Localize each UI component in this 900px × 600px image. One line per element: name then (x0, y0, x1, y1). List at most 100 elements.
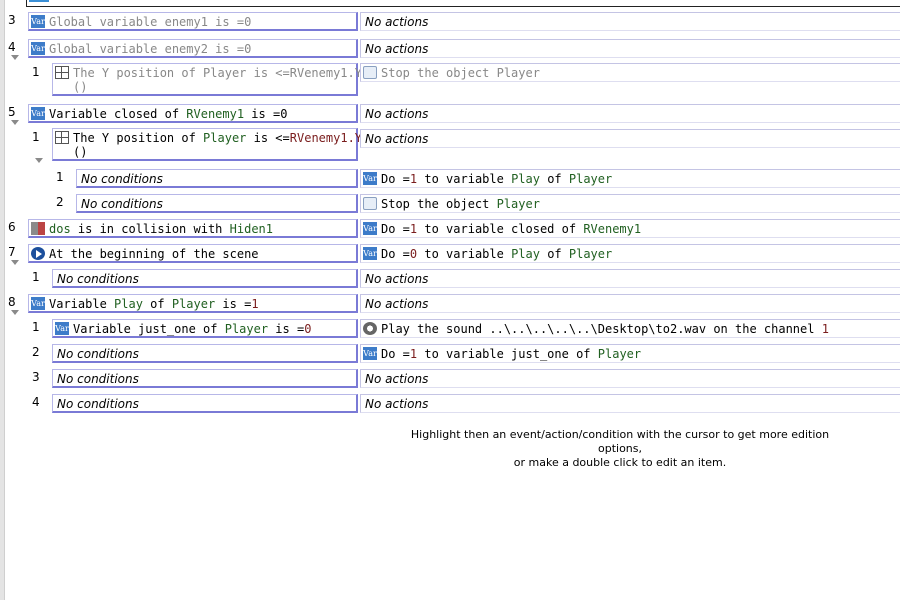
event-condition[interactable]: No conditions (76, 194, 358, 213)
collapse-arrow-icon[interactable] (11, 55, 19, 60)
sub-event-number: 4 (32, 395, 40, 409)
event-number: 3 (8, 13, 16, 27)
event-actions[interactable]: Var Do =0 to variable Play of Player (360, 244, 900, 263)
event-condition[interactable]: Var Variable just_one of Player is =0 (52, 319, 358, 338)
position-grid-icon (55, 131, 69, 144)
action-text: Play the sound ..\..\..\..\..\Desktop\to… (381, 322, 829, 336)
action-text: Do =0 to variable Play of Player (381, 247, 613, 261)
sub-event-number: 3 (32, 370, 40, 384)
action-text: Do =1 to variable just_one of Player (381, 347, 642, 361)
event-actions[interactable]: Var Do =1 to variable closed of RVenemy1 (360, 219, 900, 238)
action-text: Stop the object Player (381, 66, 540, 80)
collapse-arrow-icon[interactable] (11, 260, 19, 265)
condition-text: Variable just_one of Player is =0 (73, 322, 312, 336)
no-conditions-label: No conditions (57, 372, 139, 386)
sub-event-number: 1 (32, 130, 40, 144)
event-actions[interactable]: Var Do =1 to variable Play of Player (360, 169, 900, 188)
help-line-1: Highlight then an event/action/condition… (410, 428, 830, 455)
no-actions-label: No actions (365, 372, 429, 386)
event-icon (29, 0, 49, 2)
event-condition[interactable]: Var Global variable enemy2 is =0 (28, 39, 358, 58)
no-actions-label: No actions (365, 132, 429, 146)
event-number: 6 (8, 220, 16, 234)
collapse-arrow-icon[interactable] (11, 120, 19, 125)
event-actions[interactable]: No actions (360, 294, 900, 313)
event-condition[interactable]: Var Global variable enemy1 is =0 (28, 12, 358, 31)
collapse-arrow-icon[interactable] (35, 158, 43, 163)
help-line-2: or make a double click to edit an item. (513, 456, 727, 469)
sub-event-number: 2 (56, 195, 64, 209)
event-actions[interactable]: Play the sound ..\..\..\..\..\Desktop\to… (360, 319, 900, 338)
variable-icon: Var (55, 322, 69, 335)
event-number: 4 (8, 40, 16, 54)
help-hint: Highlight then an event/action/condition… (390, 428, 850, 470)
variable-icon: Var (31, 107, 45, 120)
position-grid-icon (55, 66, 69, 79)
event-condition[interactable]: dos is in collision with Hiden1 (28, 219, 358, 238)
condition-text: At the beginning of the scene (49, 247, 259, 261)
event-condition[interactable]: No conditions (52, 369, 358, 388)
event-actions[interactable]: No actions (360, 394, 900, 413)
event-condition[interactable]: No conditions (52, 344, 358, 363)
no-actions-label: No actions (365, 272, 429, 286)
no-actions-label: No actions (365, 42, 429, 56)
event-condition[interactable]: The Y position of Player is <=RVenemy1.Y… (52, 128, 362, 161)
variable-icon: Var (31, 42, 45, 55)
variable-icon: Var (363, 247, 377, 260)
condition-text: Variable closed of RVenemy1 is =0 (49, 107, 288, 121)
speaker-icon (363, 322, 377, 335)
condition-text: dos is in collision with Hiden1 (49, 222, 273, 236)
sub-event-number: 1 (32, 65, 40, 79)
no-actions-label: No actions (365, 397, 429, 411)
left-gutter (0, 0, 5, 600)
event-condition[interactable]: Var Variable closed of RVenemy1 is =0 (28, 104, 358, 123)
variable-icon: Var (31, 297, 45, 310)
stop-object-icon (363, 66, 377, 79)
event-actions[interactable]: No actions (360, 129, 900, 148)
event-actions[interactable]: No actions (360, 369, 900, 388)
scene-start-icon (31, 247, 45, 260)
condition-text: The Y position of Player is <=RVenemy1.Y… (73, 66, 362, 94)
event-condition[interactable]: The Y position of Player is <=RVenemy1.Y… (52, 63, 362, 96)
sub-event-number: 1 (32, 320, 40, 334)
event-number: 7 (8, 245, 16, 259)
event-condition[interactable]: At the beginning of the scene (28, 244, 358, 263)
variable-icon: Var (363, 172, 377, 185)
top-event-frame[interactable] (26, 0, 900, 7)
condition-text: Variable Play of Player is =1 (49, 297, 259, 311)
event-condition[interactable]: No conditions (76, 169, 358, 188)
event-actions[interactable]: No actions (360, 39, 900, 58)
action-text: Stop the object Player (381, 197, 540, 211)
no-conditions-label: No conditions (81, 172, 163, 186)
no-conditions-label: No conditions (81, 197, 163, 211)
condition-text: Global variable enemy1 is =0 (49, 15, 252, 29)
event-condition[interactable]: Var Variable Play of Player is =1 (28, 294, 358, 313)
variable-icon: Var (31, 15, 45, 28)
no-actions-label: No actions (365, 15, 429, 29)
event-actions[interactable]: Var Do =1 to variable just_one of Player (360, 344, 900, 363)
sub-event-number: 2 (32, 345, 40, 359)
no-conditions-label: No conditions (57, 272, 139, 286)
condition-text: The Y position of Player is <=RVenemy1.Y… (73, 131, 363, 159)
event-number: 5 (8, 105, 16, 119)
no-actions-label: No actions (365, 297, 429, 311)
action-text: Do =1 to variable Play of Player (381, 172, 613, 186)
variable-icon: Var (363, 347, 377, 360)
action-text: Do =1 to variable closed of RVenemy1 (381, 222, 642, 236)
event-number: 8 (8, 295, 16, 309)
stop-object-icon (363, 197, 377, 210)
event-actions[interactable]: No actions (360, 269, 900, 288)
no-actions-label: No actions (365, 107, 429, 121)
event-actions[interactable]: Stop the object Player (360, 63, 900, 82)
condition-text: Global variable enemy2 is =0 (49, 42, 252, 56)
event-actions[interactable]: Stop the object Player (360, 194, 900, 213)
no-conditions-label: No conditions (57, 397, 139, 411)
event-actions[interactable]: No actions (360, 104, 900, 123)
sub-event-number: 1 (56, 170, 64, 184)
collapse-arrow-icon[interactable] (11, 310, 19, 315)
no-conditions-label: No conditions (57, 347, 139, 361)
event-actions[interactable]: No actions (360, 12, 900, 31)
event-condition[interactable]: No conditions (52, 394, 358, 413)
event-condition[interactable]: No conditions (52, 269, 358, 288)
collision-icon (31, 222, 45, 235)
